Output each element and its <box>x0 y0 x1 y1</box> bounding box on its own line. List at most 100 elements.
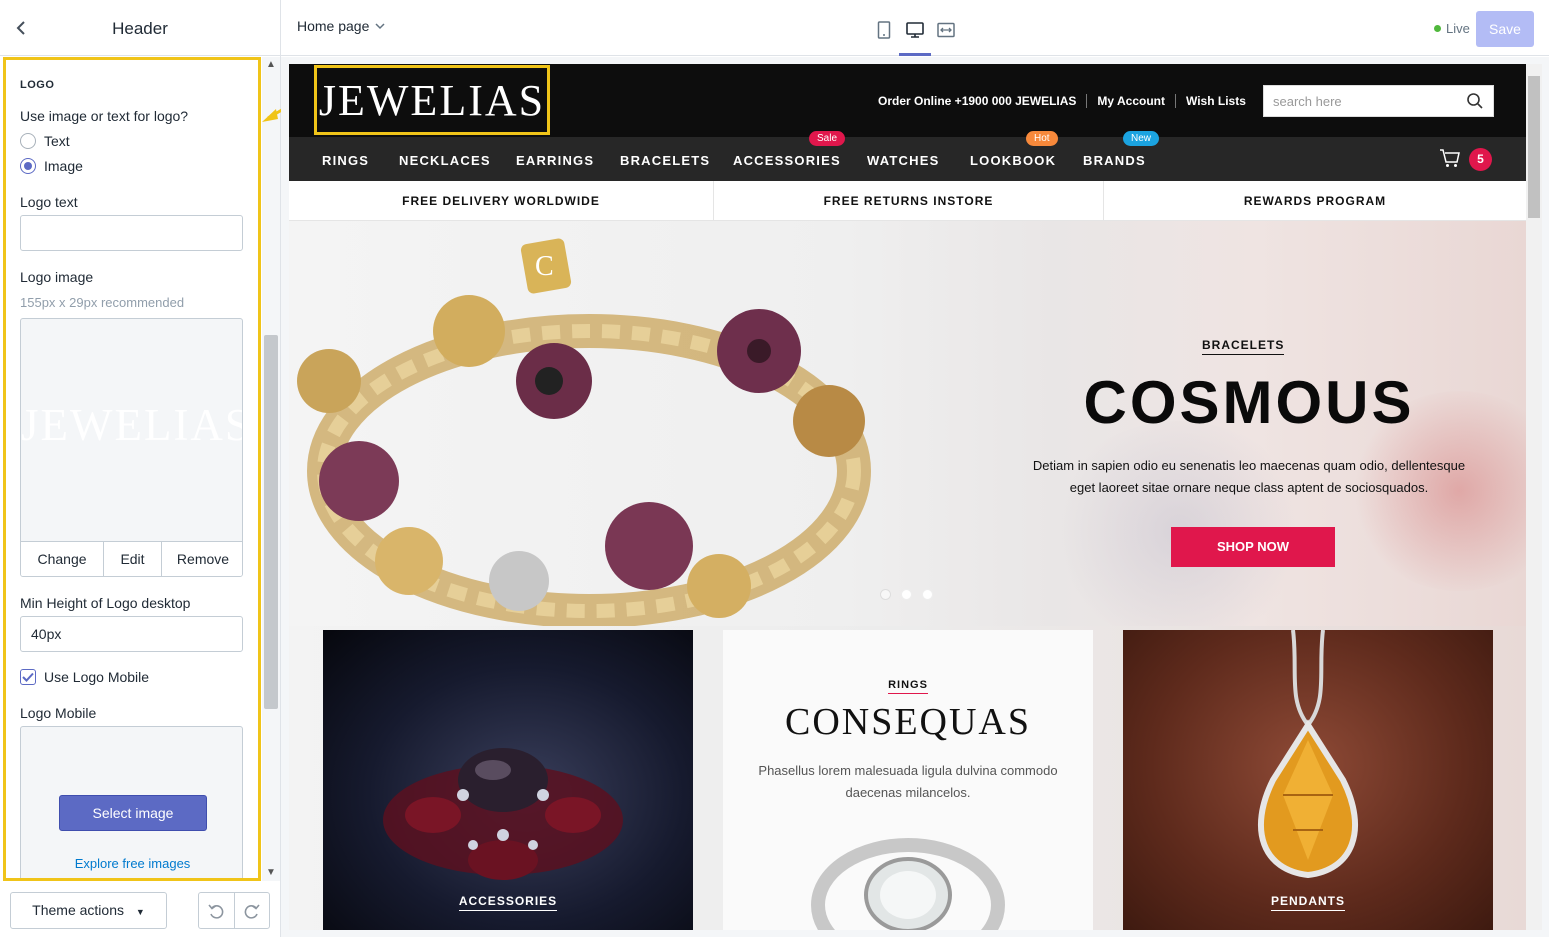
theme-actions-button[interactable]: Theme actions ▼ <box>10 892 167 929</box>
svg-text:C: C <box>535 251 554 282</box>
search-icon[interactable] <box>1466 92 1484 110</box>
nav-necklaces[interactable]: NECKLACES <box>399 153 491 168</box>
promo-returns: FREE RETURNS INSTORE <box>714 181 1104 220</box>
section-title: LOGO <box>20 79 55 91</box>
rings-title: CONSEQUAS <box>784 701 1032 743</box>
my-account-link[interactable]: My Account <box>1097 94 1165 108</box>
mobile-icon <box>877 21 891 39</box>
logo-image-label: Logo image <box>20 269 94 285</box>
preview-scroll-thumb[interactable] <box>1528 76 1540 218</box>
nav-earrings[interactable]: EARRINGS <box>516 153 594 168</box>
site-search[interactable]: search here <box>1263 85 1494 117</box>
hero-background-blur <box>1049 421 1309 626</box>
main-nav: RINGS NECKLACES EARRINGS BRACELETS ACCES… <box>289 131 1526 181</box>
radio-text[interactable]: Text <box>20 133 70 149</box>
accessories-tile[interactable]: ACCESSORIES <box>323 630 693 930</box>
undo-redo-group <box>198 892 270 929</box>
accessories-label: ACCESSORIES <box>323 892 693 911</box>
live-status: Live <box>1434 21 1470 36</box>
hero-slider: C BRACELETS COSMOUS Detiam in sapien odi… <box>289 221 1526 626</box>
scroll-up-arrow-icon[interactable]: ▲ <box>266 59 276 70</box>
sale-badge: Sale <box>809 131 846 146</box>
sidebar-scroll-thumb[interactable] <box>264 335 278 709</box>
promo-bar: FREE DELIVERY WORLDWIDE FREE RETURNS INS… <box>289 181 1526 221</box>
live-dot-icon <box>1434 25 1441 32</box>
promo-rewards: REWARDS PROGRAM <box>1243 194 1387 208</box>
radio-image-circle[interactable] <box>20 158 36 174</box>
order-online-text: Order Online +1900 000 JEWELIAS <box>878 94 1077 108</box>
caret-down-icon: ▼ <box>135 907 145 917</box>
sidebar-footer: Theme actions ▼ <box>0 882 280 937</box>
radio-text-label: Text <box>44 133 70 149</box>
logo-text-input[interactable] <box>20 215 243 251</box>
sidebar-header: Header <box>0 0 280 56</box>
preview-scrollbar[interactable] <box>1526 64 1542 930</box>
slider-dot[interactable] <box>880 589 891 600</box>
rings-text: Phasellus lorem malesuada ligula dulvina… <box>758 763 1058 800</box>
undo-button[interactable] <box>199 893 235 928</box>
change-button[interactable]: Change <box>21 542 104 576</box>
preview-area: JEWELIAS Order Online +1900 000 JEWELIAS… <box>281 57 1549 937</box>
redo-button[interactable] <box>235 893 270 928</box>
hero-text: Detiam in sapien odio eu senenatis leo m… <box>1032 458 1466 495</box>
wish-lists-link[interactable]: Wish Lists <box>1186 94 1246 108</box>
slider-dot[interactable] <box>922 589 933 600</box>
min-height-input[interactable] <box>20 616 243 652</box>
logo-mobile-label: Logo Mobile <box>20 705 97 721</box>
explore-free-images-link[interactable]: Explore free images <box>21 856 242 871</box>
live-label: Live <box>1446 21 1470 36</box>
fullwidth-icon <box>937 22 955 38</box>
theme-editor-sidebar: Header LOGO Use image or text for logo? … <box>0 0 281 937</box>
hot-badge: Hot <box>1026 131 1058 146</box>
slider-dots <box>880 589 933 600</box>
select-image-button[interactable]: Select image <box>59 795 207 831</box>
checkmark-icon <box>22 672 34 682</box>
sidebar-scrollbar[interactable]: ▲ ▼ <box>262 57 280 881</box>
search-placeholder: search here <box>1273 94 1342 109</box>
promo-delivery: FREE DELIVERY WORLDWIDE <box>289 181 714 220</box>
use-logo-mobile-label: Use Logo Mobile <box>44 669 150 685</box>
radio-image-label: Image <box>44 158 83 174</box>
new-badge: New <box>1123 131 1160 146</box>
remove-button[interactable]: Remove <box>162 542 242 576</box>
chevron-down-icon <box>375 22 385 29</box>
diamond-ring-image <box>811 838 1005 930</box>
edit-button[interactable]: Edit <box>104 542 162 576</box>
hero-title: COSMOUS <box>1083 369 1415 436</box>
nav-lookbook[interactable]: LOOKBOOK Hot <box>970 131 1058 168</box>
theme-actions-label: Theme actions <box>32 902 124 918</box>
page-selector[interactable]: Home page <box>297 18 385 34</box>
mobile-view-button[interactable] <box>872 18 896 42</box>
sidebar-title: Header <box>112 19 168 38</box>
editor-topbar: Home page Live Save <box>281 0 1549 56</box>
redo-icon <box>244 903 260 919</box>
pendants-label: PENDANTS <box>1123 892 1493 911</box>
site-logo[interactable]: JEWELIAS <box>314 65 550 135</box>
use-logo-mobile-checkbox[interactable]: Use Logo Mobile <box>20 669 149 685</box>
cart-icon[interactable] <box>1439 147 1461 169</box>
checkbox-box[interactable] <box>20 669 36 685</box>
min-height-label: Min Height of Logo desktop <box>20 595 191 611</box>
site-header: JEWELIAS Order Online +1900 000 JEWELIAS… <box>289 64 1526 137</box>
nav-accessories[interactable]: ACCESSORIES Sale <box>733 131 846 168</box>
rings-promo-tile[interactable]: RINGS CONSEQUAS Phasellus lorem malesuad… <box>723 630 1093 930</box>
nav-brands[interactable]: BRANDS New <box>1083 131 1160 168</box>
save-button[interactable]: Save <box>1476 11 1534 47</box>
logo-image-picker: JEWELIAS Change Edit Remove <box>20 318 243 577</box>
logo-settings-panel: LOGO Use image or text for logo? Text Im… <box>3 57 261 881</box>
pendants-tile[interactable]: PENDANTS <box>1123 630 1493 930</box>
bracelet-image: C <box>297 238 871 626</box>
desktop-view-button[interactable] <box>903 18 927 42</box>
rings-kicker: RINGS <box>723 675 1093 694</box>
nav-bracelets[interactable]: BRACELETS <box>620 153 710 168</box>
fullscreen-view-button[interactable] <box>934 18 958 42</box>
radio-text-circle[interactable] <box>20 133 36 149</box>
scroll-down-arrow-icon[interactable]: ▼ <box>266 867 276 878</box>
image-actions: Change Edit Remove <box>21 541 242 576</box>
shop-now-button[interactable]: SHOP NOW <box>1171 527 1335 567</box>
nav-rings[interactable]: RINGS <box>322 153 369 168</box>
undo-icon <box>208 903 224 919</box>
slider-dot[interactable] <box>901 589 912 600</box>
radio-image[interactable]: Image <box>20 158 83 174</box>
nav-watches[interactable]: WATCHES <box>867 153 939 168</box>
